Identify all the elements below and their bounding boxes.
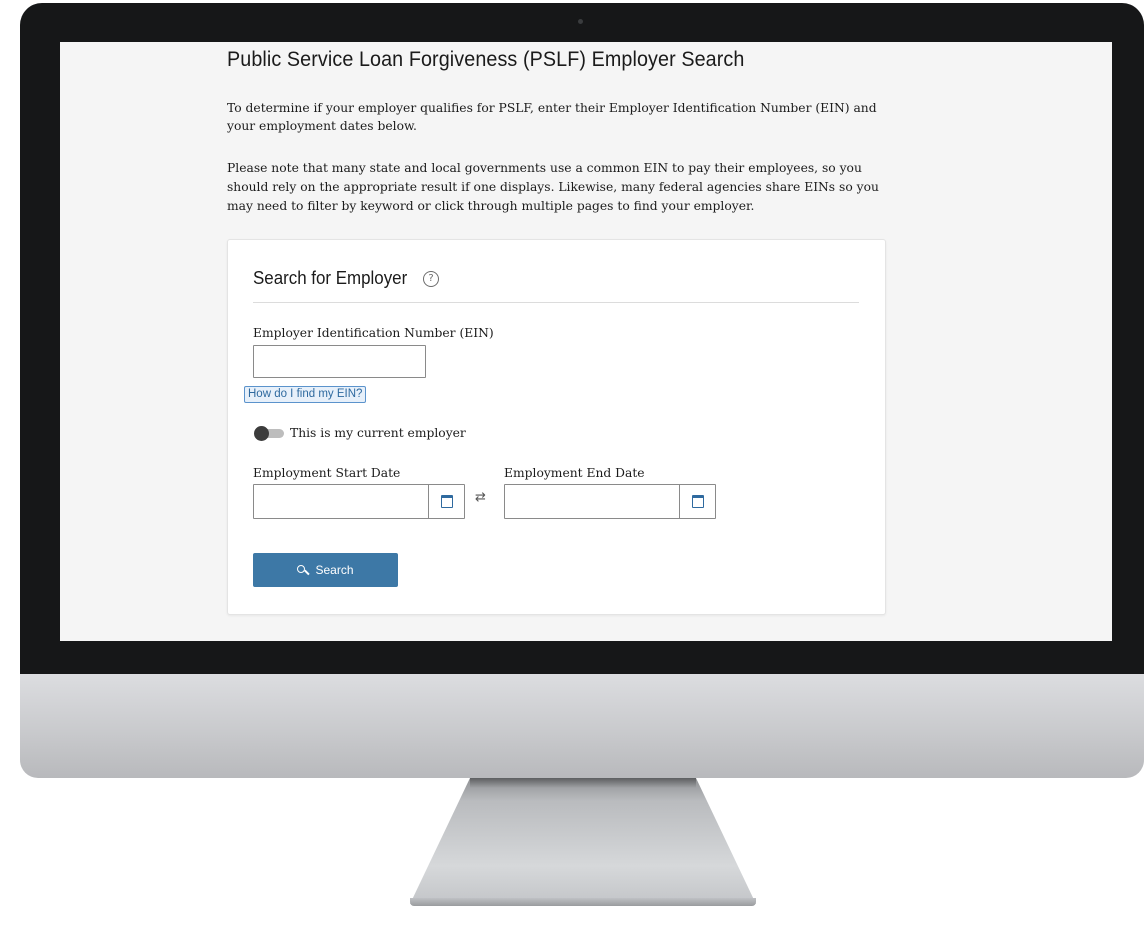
monitor-chin — [20, 674, 1144, 778]
search-icon — [297, 564, 308, 576]
current-employer-label: This is my current employer — [290, 426, 466, 440]
calendar-icon — [440, 495, 453, 508]
find-ein-link[interactable]: How do I find my EIN? — [244, 386, 367, 403]
start-date-input[interactable] — [254, 485, 424, 518]
end-date-input[interactable] — [505, 485, 675, 518]
card-title: Search for Employer — [253, 268, 408, 288]
screen: Public Service Loan Forgiveness (PSLF) E… — [60, 42, 1112, 641]
ein-input[interactable] — [253, 345, 426, 378]
page-title: Public Service Loan Forgiveness (PSLF) E… — [227, 48, 745, 71]
stand-shadow — [470, 778, 696, 788]
card-header: Search for Employer ? — [253, 268, 859, 303]
note-text: Please note that many state and local go… — [227, 161, 879, 213]
question-circle-icon[interactable]: ? — [423, 271, 439, 287]
start-date-field — [253, 484, 465, 519]
end-date-field — [504, 484, 716, 519]
current-employer-toggle[interactable] — [254, 426, 284, 441]
start-date-label: Employment Start Date — [253, 466, 401, 480]
search-employer-card: Search for Employer ? Employer Identific… — [227, 239, 886, 615]
swap-arrows-icon: ⇄ — [475, 490, 486, 505]
search-button-label: Search — [315, 563, 354, 577]
search-button[interactable]: Search — [253, 553, 398, 587]
monitor-stand-base — [410, 898, 756, 906]
monitor-stand — [410, 778, 756, 904]
start-date-calendar-button[interactable] — [428, 485, 464, 518]
camera-dot — [578, 19, 583, 24]
calendar-icon — [691, 495, 704, 508]
intro-text: To determine if your employer qualifies … — [227, 101, 877, 133]
ein-label: Employer Identification Number (EIN) — [253, 326, 494, 340]
end-date-label: Employment End Date — [504, 466, 645, 480]
toggle-knob — [254, 426, 269, 441]
end-date-calendar-button[interactable] — [679, 485, 715, 518]
